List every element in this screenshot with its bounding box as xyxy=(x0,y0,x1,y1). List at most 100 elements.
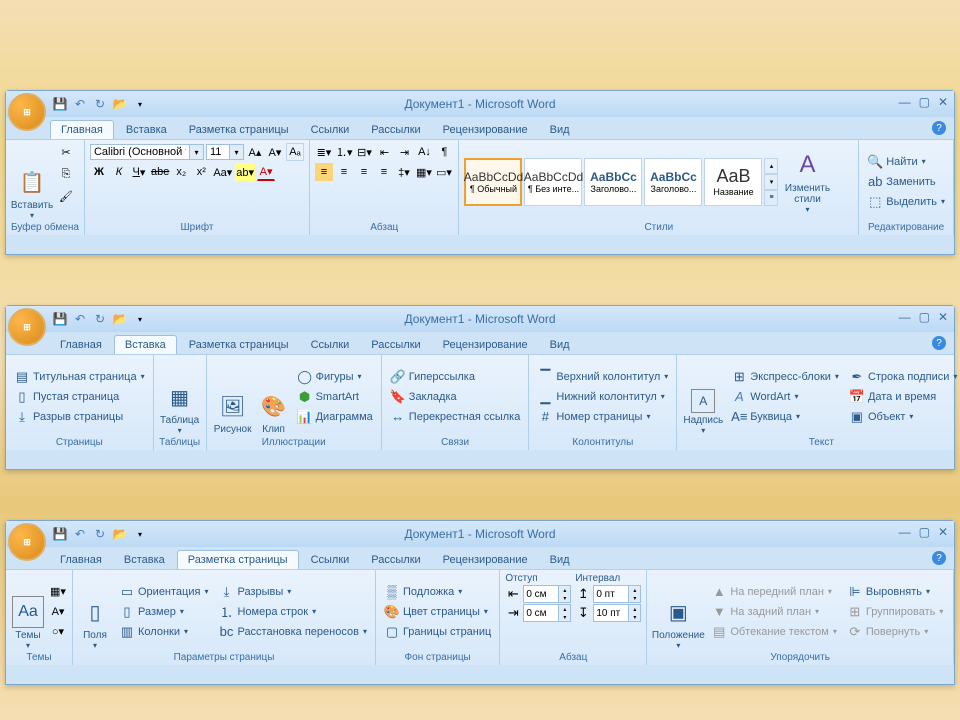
gallery-down[interactable]: ▾ xyxy=(764,174,778,190)
indent-left-spinner[interactable]: ▴▾ xyxy=(523,585,571,603)
tab-refs[interactable]: Ссылки xyxy=(301,551,360,569)
font-size-input[interactable] xyxy=(206,144,230,160)
office-button[interactable]: ⊞ xyxy=(8,523,46,561)
cover-page-button[interactable]: ▤Титульная страница▾ xyxy=(11,368,148,386)
paste-button[interactable]: 📋 Вставить ▾ xyxy=(11,143,53,220)
indent-right-spinner[interactable]: ▴▾ xyxy=(523,604,571,622)
close-button[interactable]: ✕ xyxy=(938,95,948,109)
style-title[interactable]: AaBНазвание xyxy=(704,158,762,206)
orientation-button[interactable]: ▭Ориентация▾ xyxy=(116,583,211,601)
page-break-button[interactable]: ⤓Разрыв страницы xyxy=(11,408,148,426)
maximize-button[interactable]: ▢ xyxy=(919,95,930,109)
breaks-button[interactable]: ⤓Разрывы▾ xyxy=(215,583,370,601)
save-icon[interactable]: 💾 xyxy=(52,96,68,112)
gallery-more[interactable]: ≡ xyxy=(764,190,778,206)
linenumbers-button[interactable]: ⒈Номера строк▾ xyxy=(215,603,370,621)
size-button[interactable]: ▯Размер▾ xyxy=(116,603,211,621)
shading-button[interactable]: ▦▾ xyxy=(415,163,433,181)
align-center-button[interactable]: ≡ xyxy=(335,163,353,181)
position-button[interactable]: ▣Положение▾ xyxy=(652,573,704,650)
minimize-button[interactable]: — xyxy=(899,525,911,539)
textbox-button[interactable]: AНадпись▾ xyxy=(682,358,724,435)
numbering-button[interactable]: ⒈▾ xyxy=(335,143,354,161)
tab-mail[interactable]: Рассылки xyxy=(361,336,430,354)
shrink-font-button[interactable]: A▾ xyxy=(266,143,284,161)
align-button[interactable]: ⊫Выровнять▾ xyxy=(844,583,947,601)
watermark-button[interactable]: ▒Подложка▾ xyxy=(381,583,494,601)
redo-icon[interactable]: ↻ xyxy=(92,96,108,112)
maximize-button[interactable]: ▢ xyxy=(919,525,930,539)
footer-button[interactable]: ▁Нижний колонтитул▾ xyxy=(534,388,671,406)
space-before-spinner[interactable]: ▴▾ xyxy=(593,585,641,603)
pageborders-button[interactable]: ▢Границы страниц xyxy=(381,623,494,641)
tab-mail[interactable]: Рассылки xyxy=(361,121,430,139)
theme-fonts-button[interactable]: A▾ xyxy=(49,603,67,621)
style-heading1[interactable]: AaBbCcЗаголово... xyxy=(584,158,642,206)
indent-dec-button[interactable]: ⇤ xyxy=(375,143,393,161)
pagenum-button[interactable]: #Номер страницы▾ xyxy=(534,408,671,426)
redo-icon[interactable]: ↻ xyxy=(92,526,108,542)
tab-review[interactable]: Рецензирование xyxy=(433,121,538,139)
shapes-button[interactable]: ◯Фигуры▾ xyxy=(294,368,376,386)
open-icon[interactable]: 📂 xyxy=(112,96,128,112)
change-styles-button[interactable]: A Изменить стили▾ xyxy=(782,149,832,214)
font-size-combo[interactable]: ▾ xyxy=(206,144,244,160)
subscript-button[interactable]: x₂ xyxy=(172,163,190,181)
blank-page-button[interactable]: ▯Пустая страница xyxy=(11,388,148,406)
tab-mail[interactable]: Рассылки xyxy=(361,551,430,569)
tab-insert[interactable]: Вставка xyxy=(116,121,177,139)
themes-button[interactable]: AaТемы▾ xyxy=(11,573,45,650)
grow-font-button[interactable]: A▴ xyxy=(246,143,264,161)
find-button[interactable]: 🔍Найти▾ xyxy=(864,153,948,171)
undo-icon[interactable]: ↶ xyxy=(72,311,88,327)
save-icon[interactable]: 💾 xyxy=(52,526,68,542)
hyphenation-button[interactable]: bcРасстановка переносов▾ xyxy=(215,623,370,641)
open-icon[interactable]: 📂 xyxy=(112,526,128,542)
tab-review[interactable]: Рецензирование xyxy=(433,551,538,569)
show-marks-button[interactable]: ¶ xyxy=(435,143,453,161)
table-button[interactable]: ▦Таблица▾ xyxy=(159,358,201,435)
borders-button[interactable]: ▭▾ xyxy=(435,163,453,181)
gallery-up[interactable]: ▴ xyxy=(764,158,778,174)
dropcap-button[interactable]: A≡Буквица▾ xyxy=(728,408,842,426)
bullets-button[interactable]: ≣▾ xyxy=(315,143,333,161)
qat-more-icon[interactable]: ▾ xyxy=(132,96,148,112)
indent-inc-button[interactable]: ⇥ xyxy=(395,143,413,161)
tab-insert[interactable]: Вставка xyxy=(114,335,177,354)
sort-button[interactable]: A↓ xyxy=(415,143,433,161)
signature-button[interactable]: ✒Строка подписи▾ xyxy=(846,368,960,386)
style-gallery[interactable]: AaBbCcDd¶ Обычный AaBbCcDd¶ Без инте... … xyxy=(464,158,778,206)
font-name-combo[interactable]: ▾ xyxy=(90,144,204,160)
multilevel-button[interactable]: ⊟▾ xyxy=(355,143,373,161)
theme-effects-button[interactable]: ○▾ xyxy=(49,623,67,641)
open-icon[interactable]: 📂 xyxy=(112,311,128,327)
tab-insert[interactable]: Вставка xyxy=(114,551,175,569)
help-button[interactable]: ? xyxy=(932,336,946,350)
tab-view[interactable]: Вид xyxy=(540,121,580,139)
datetime-button[interactable]: 📅Дата и время xyxy=(846,388,960,406)
theme-colors-button[interactable]: ▦▾ xyxy=(49,583,67,601)
align-left-button[interactable]: ≡ xyxy=(315,163,333,181)
tab-home[interactable]: Главная xyxy=(50,551,112,569)
tab-refs[interactable]: Ссылки xyxy=(301,121,360,139)
tab-view[interactable]: Вид xyxy=(540,551,580,569)
tab-layout[interactable]: Разметка страницы xyxy=(179,336,299,354)
justify-button[interactable]: ≡ xyxy=(375,163,393,181)
office-button[interactable]: ⊞ xyxy=(8,93,46,131)
maximize-button[interactable]: ▢ xyxy=(919,310,930,324)
strike-button[interactable]: abe xyxy=(150,163,170,181)
close-button[interactable]: ✕ xyxy=(938,310,948,324)
replace-button[interactable]: abЗаменить xyxy=(864,173,948,191)
crossref-button[interactable]: ↔Перекрестная ссылка xyxy=(387,408,524,426)
help-button[interactable]: ? xyxy=(932,121,946,135)
undo-icon[interactable]: ↶ xyxy=(72,96,88,112)
close-button[interactable]: ✕ xyxy=(938,525,948,539)
space-after-spinner[interactable]: ▴▾ xyxy=(593,604,641,622)
style-heading2[interactable]: AaBbCcЗаголово... xyxy=(644,158,702,206)
undo-icon[interactable]: ↶ xyxy=(72,526,88,542)
case-button[interactable]: Aa▾ xyxy=(212,163,233,181)
help-button[interactable]: ? xyxy=(932,551,946,565)
copy-button[interactable]: ⎘ xyxy=(57,165,75,183)
minimize-button[interactable]: — xyxy=(899,95,911,109)
bold-button[interactable]: Ж xyxy=(90,163,108,181)
